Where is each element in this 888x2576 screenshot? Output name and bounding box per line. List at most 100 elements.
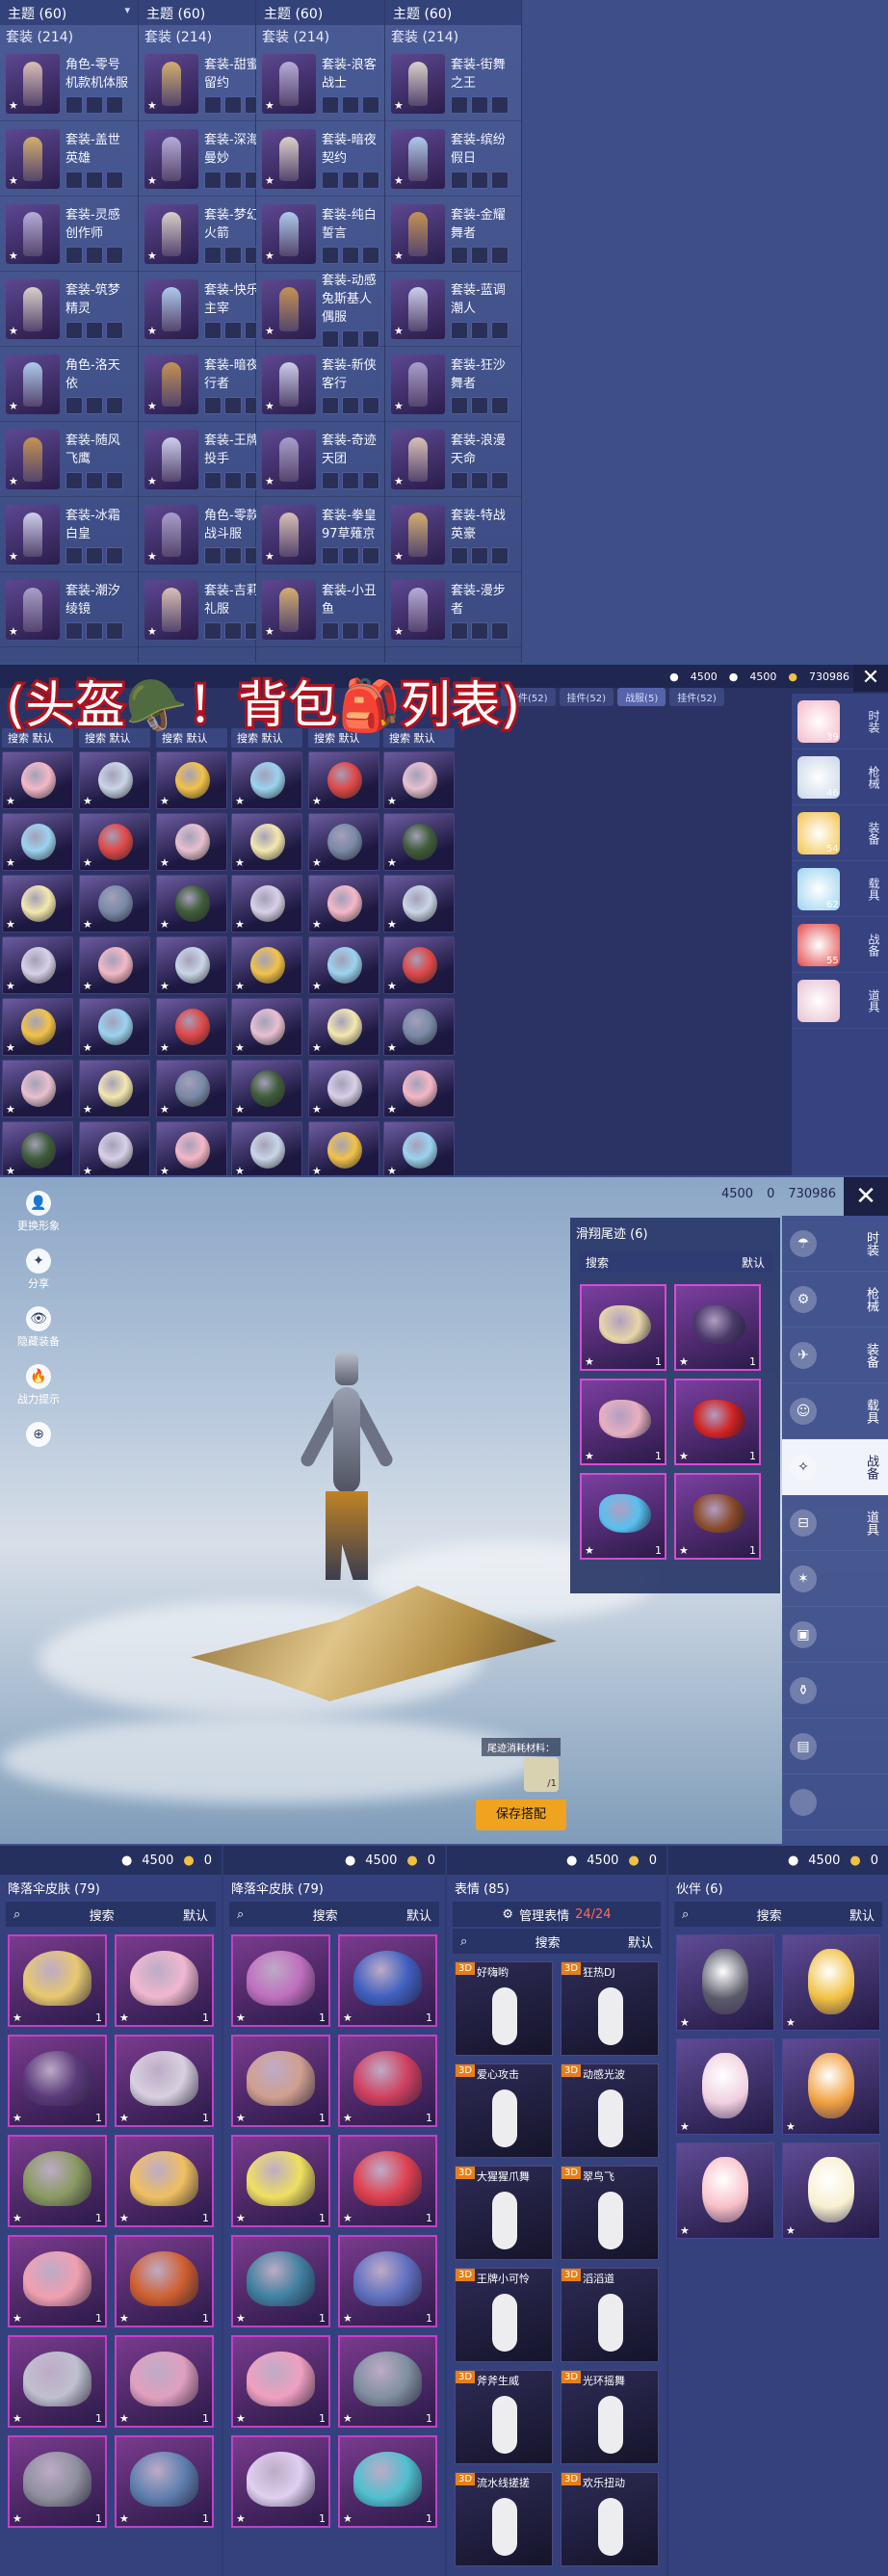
outfit-row[interactable]: ★ 套装-缤纷假日 bbox=[385, 121, 521, 197]
outfit-row[interactable]: ★ 角色-洛天依 bbox=[0, 347, 138, 422]
companion-item[interactable]: ★ bbox=[782, 2142, 880, 2239]
parachute-item[interactable]: ★ 1 bbox=[115, 1934, 214, 2027]
category-row[interactable]: ✈ 装备 bbox=[782, 1327, 888, 1383]
outfit-row[interactable]: ★ 套装-潮汐绫镜 bbox=[0, 572, 138, 647]
glider-trail-item[interactable]: ★ 1 bbox=[580, 1473, 666, 1560]
helmet-item[interactable]: ★ bbox=[79, 813, 150, 871]
sort-select[interactable]: 默认 bbox=[414, 732, 435, 745]
backpack-item[interactable]: ★ bbox=[308, 813, 379, 871]
sidebar-item[interactable]: 39 时装 bbox=[792, 694, 888, 749]
sort-select[interactable]: 默认 bbox=[187, 732, 208, 745]
outfit-row[interactable]: ★ 套装-金耀舞者 bbox=[385, 197, 521, 272]
sidebar-item[interactable]: 54 装备 bbox=[792, 805, 888, 861]
backpack-item[interactable]: ★ bbox=[383, 1060, 455, 1117]
glider-trail-item[interactable]: ★ 1 bbox=[674, 1379, 761, 1465]
tab-outfit[interactable]: 战服(5) bbox=[617, 688, 666, 706]
helmet-item[interactable]: ★ bbox=[156, 936, 227, 994]
category-row[interactable]: ⚙ 枪械 bbox=[782, 1272, 888, 1327]
category-row[interactable]: ☂ 时装 bbox=[782, 1216, 888, 1272]
emote-item[interactable]: 3D 爱心攻击 bbox=[455, 2063, 553, 2158]
parachute-item[interactable]: ★ 1 bbox=[231, 2235, 330, 2327]
outfit-row[interactable]: ★ 套装-漫步者 bbox=[385, 572, 521, 647]
search-bar[interactable]: 搜索 默认 bbox=[231, 728, 302, 748]
toolbar-button[interactable]: 👁 隐藏装备 bbox=[10, 1306, 67, 1349]
backpack-item[interactable]: ★ bbox=[231, 936, 302, 994]
backpack-item[interactable]: ★ bbox=[231, 1121, 302, 1175]
search-bar[interactable]: 搜索 默认 bbox=[578, 1251, 772, 1273]
category-row[interactable]: ✶ bbox=[782, 1551, 888, 1607]
outfit-row[interactable]: ★ 套装-筑梦精灵 bbox=[0, 272, 138, 347]
outfit-row[interactable]: ★ 套装-特战英豪 bbox=[385, 497, 521, 572]
search-bar[interactable]: 搜索 默认 bbox=[383, 728, 455, 748]
outfit-row[interactable]: ★ 套装-灵感创作师 bbox=[0, 197, 138, 272]
parachute-item[interactable]: ★ 1 bbox=[8, 2235, 107, 2327]
companion-item[interactable]: ★ bbox=[676, 1934, 774, 2031]
sidebar-item[interactable]: 62 载具 bbox=[792, 861, 888, 917]
outfit-row[interactable]: ★ 套装-甜蜜留约 bbox=[139, 46, 262, 121]
outfit-row[interactable]: ★ 套装-快乐主宰 bbox=[139, 272, 262, 347]
backpack-item[interactable]: ★ bbox=[308, 1121, 379, 1175]
helmet-item[interactable]: ★ bbox=[156, 875, 227, 933]
backpack-item[interactable]: ★ bbox=[383, 936, 455, 994]
sidebar-item[interactable]: 46 枪械 bbox=[792, 749, 888, 805]
category-row[interactable]: ⚱ bbox=[782, 1663, 888, 1719]
backpack-item[interactable]: ★ bbox=[231, 1060, 302, 1117]
parachute-item[interactable]: ★ 1 bbox=[115, 2235, 214, 2327]
outfit-row[interactable]: ★ 角色-零款战斗服 bbox=[139, 497, 262, 572]
parachute-item[interactable]: ★ 1 bbox=[231, 1934, 330, 2027]
parachute-item[interactable]: ★ 1 bbox=[115, 2035, 214, 2127]
outfit-row[interactable]: ★ 套装-新侠客行 bbox=[256, 347, 384, 422]
parachute-item[interactable]: ★ 1 bbox=[115, 2435, 214, 2528]
outfit-row[interactable]: ★ 套装-梦幻火箭 bbox=[139, 197, 262, 272]
outfit-row[interactable]: ★ 套装-奇迹天团 bbox=[256, 422, 384, 497]
emote-item[interactable]: 3D 动感光波 bbox=[561, 2063, 659, 2158]
sort-select[interactable]: 默认 bbox=[849, 1906, 875, 1924]
companion-item[interactable]: ★ bbox=[676, 2142, 774, 2239]
toolbar-button[interactable]: ✦ 分享 bbox=[10, 1249, 67, 1291]
sort-select[interactable]: 默认 bbox=[110, 732, 131, 745]
backpack-item[interactable]: ★ bbox=[308, 875, 379, 933]
parachute-item[interactable]: ★ 1 bbox=[8, 2035, 107, 2127]
glider-trail-item[interactable]: ★ 1 bbox=[674, 1473, 761, 1560]
helmet-item[interactable]: ★ bbox=[156, 751, 227, 809]
emote-item[interactable]: 3D 翠鸟飞 bbox=[561, 2166, 659, 2260]
outfit-row[interactable]: ★ 套装-吉莉礼服 bbox=[139, 572, 262, 647]
toolbar-button[interactable]: 🔥 战力提示 bbox=[10, 1364, 67, 1406]
backpack-item[interactable]: ★ bbox=[383, 1121, 455, 1175]
search-bar[interactable]: 搜索 默认 bbox=[308, 728, 379, 748]
sort-select[interactable]: 默认 bbox=[183, 1906, 208, 1924]
theme-header[interactable]: 主题 (60) bbox=[256, 0, 384, 25]
backpack-item[interactable]: ★ bbox=[231, 875, 302, 933]
parachute-item[interactable]: ★ 1 bbox=[231, 2035, 330, 2127]
outfit-row[interactable]: ★ 套装-浪客战士 bbox=[256, 46, 384, 121]
outfit-row[interactable]: ★ 套装-随风飞鹰 bbox=[0, 422, 138, 497]
backpack-item[interactable]: ★ bbox=[383, 751, 455, 809]
helmet-item[interactable]: ★ bbox=[2, 998, 73, 1056]
emote-item[interactable]: 3D 好嗨哟 bbox=[455, 1961, 553, 2056]
outfit-row[interactable]: ★ 套装-小丑鱼 bbox=[256, 572, 384, 647]
sort-select[interactable]: 默认 bbox=[262, 732, 283, 745]
backpack-item[interactable]: ★ bbox=[383, 998, 455, 1056]
outfit-row[interactable]: ★ 套装-蓝调潮人 bbox=[385, 272, 521, 347]
emote-item[interactable]: 3D 流水线搓搓 bbox=[455, 2472, 553, 2566]
outfit-row[interactable]: ★ 套装-浪漫天命 bbox=[385, 422, 521, 497]
outfit-row[interactable]: ★ 套装-盖世英雄 bbox=[0, 121, 138, 197]
outfit-row[interactable]: ★ 套装-王牌投手 bbox=[139, 422, 262, 497]
category-row[interactable]: ▣ bbox=[782, 1607, 888, 1663]
parachute-item[interactable]: ★ 1 bbox=[338, 2035, 437, 2127]
outfit-row[interactable]: ★ 套装-暗夜行者 bbox=[139, 347, 262, 422]
backpack-item[interactable]: ★ bbox=[231, 813, 302, 871]
outfit-row[interactable]: ★ 套装-拳皇97草薙京 bbox=[256, 497, 384, 572]
helmet-item[interactable]: ★ bbox=[2, 751, 73, 809]
emote-item[interactable]: 3D 狂热DJ bbox=[561, 1961, 659, 2056]
helmet-item[interactable]: ★ bbox=[156, 1060, 227, 1117]
emote-item[interactable]: 3D 欢乐扭动 bbox=[561, 2472, 659, 2566]
outfit-row[interactable]: ★ 套装-纯白誓言 bbox=[256, 197, 384, 272]
parachute-item[interactable]: ★ 1 bbox=[115, 2335, 214, 2428]
parachute-item[interactable]: ★ 1 bbox=[338, 2235, 437, 2327]
outfit-row[interactable]: ★ 套装-深海曼妙 bbox=[139, 121, 262, 197]
category-row[interactable]: ☺ 载具 bbox=[782, 1383, 888, 1439]
helmet-item[interactable]: ★ bbox=[79, 936, 150, 994]
backpack-item[interactable]: ★ bbox=[308, 751, 379, 809]
emote-item[interactable]: 3D 王牌小可怜 bbox=[455, 2268, 553, 2362]
